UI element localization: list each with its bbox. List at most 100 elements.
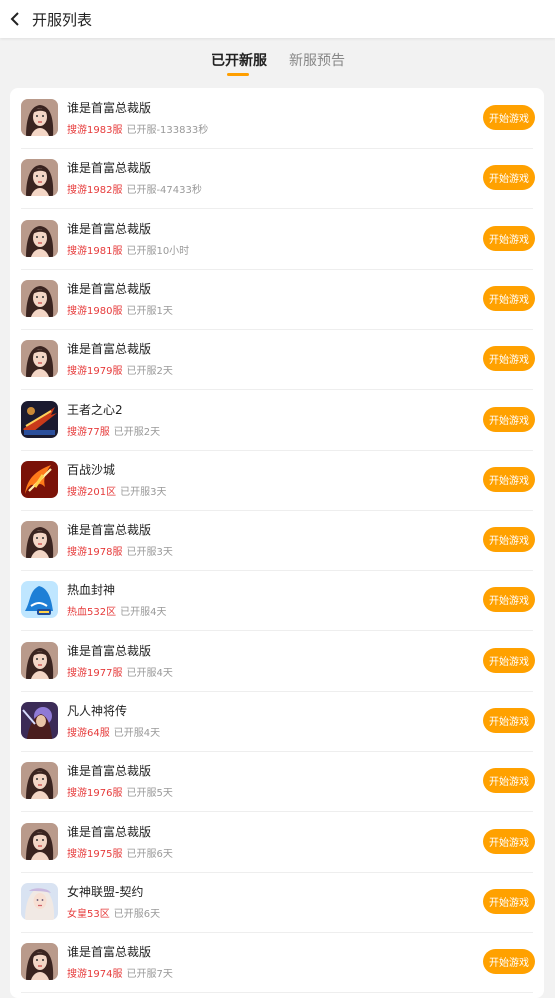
start-game-button[interactable]: 开始游戏 (483, 587, 535, 613)
hero-portrait-icon[interactable] (21, 702, 58, 739)
blue-warrior-icon[interactable] (21, 581, 58, 618)
game-name: 谁是首富总裁版 (67, 161, 152, 176)
server-meta: 搜游201区 已开服3天 (67, 483, 166, 498)
fire-sword-icon[interactable] (21, 461, 58, 498)
opened-time: 已开服3天 (126, 547, 173, 559)
woman-portrait-icon[interactable] (21, 823, 58, 860)
start-game-button[interactable]: 开始游戏 (483, 708, 535, 733)
list-item[interactable]: 谁是首富总裁版 搜游1980服 已开服1天 开始游戏 (21, 269, 535, 330)
game-name: 谁是首富总裁版 (67, 523, 152, 538)
list-item[interactable]: 谁是首富总裁版 搜游1974服 已开服7天 开始游戏 (21, 932, 535, 994)
server-label: 搜游1976服 (67, 788, 123, 800)
list-item[interactable]: 谁是首富总裁版 搜游1981服 已开服10小时 开始游戏 (21, 209, 535, 270)
start-game-button[interactable]: 开始游戏 (483, 949, 535, 975)
server-label: 搜游1982服 (67, 185, 123, 197)
opened-time: 已开服-133833秒 (126, 125, 209, 136)
game-name: 谁是首富总裁版 (67, 945, 152, 960)
dragon-warrior-icon[interactable] (21, 401, 58, 438)
list-item[interactable]: 谁是首富总裁版搜游1975服 已开服6天 开始游戏 (21, 812, 535, 873)
list-item[interactable]: 凡人神将传搜游64服 已开服4天 开始游戏 (21, 691, 535, 752)
back-button[interactable] (8, 0, 22, 38)
game-name: 王者之心2 (67, 402, 123, 417)
server-meta: 搜游1977服 已开服4天 (67, 664, 173, 679)
woman-portrait-icon[interactable] (21, 642, 58, 679)
server-label: 搜游201区 (67, 486, 117, 498)
woman-portrait-icon[interactable] (21, 521, 58, 558)
opened-time: 已开服1天 (126, 305, 173, 317)
list-item[interactable]: 王者之心2 搜游77服 已开服2天 开始游戏 (21, 390, 535, 451)
start-game-button[interactable]: 开始游戏 (483, 768, 535, 794)
game-name: 热血封神 (67, 583, 116, 598)
opened-time: 已开服10小时 (126, 245, 190, 257)
start-game-button[interactable]: 开始游戏 (483, 165, 535, 191)
list-item[interactable]: 热血封神热血532区 已开服4天 开始游戏 (21, 570, 535, 632)
goddess-portrait-icon[interactable] (21, 883, 58, 920)
start-game-button[interactable]: 开始游戏 (483, 647, 535, 673)
server-meta: 搜游1983服 已开服-133833秒 (67, 121, 208, 136)
server-meta: 搜游77服 已开服2天 (67, 423, 160, 438)
woman-portrait-icon[interactable] (21, 99, 58, 136)
server-meta: 搜游1981服 已开服10小时 (67, 242, 189, 257)
start-game-button[interactable]: 开始游戏 (483, 828, 535, 854)
tab-upcoming-servers[interactable]: 新服预告 (289, 50, 345, 70)
game-name: 凡人神将传 (67, 704, 128, 718)
list-item[interactable]: 谁是首富总裁版 搜游1982服 已开服-47433秒 开始游戏 (21, 148, 535, 210)
server-meta: 女皇53区 已开服6天 (67, 905, 160, 920)
top-bar: 开服列表 (0, 0, 555, 38)
server-label: 搜游77服 (67, 426, 110, 438)
server-meta: 搜游64服 已开服4天 (67, 724, 160, 739)
server-meta: 搜游1978服 已开服3天 (67, 543, 173, 558)
page-title: 开服列表 (32, 10, 93, 29)
list-item[interactable]: 谁是首富总裁版搜游1978服 已开服3天 开始游戏 (21, 510, 535, 572)
game-name: 谁是首富总裁版 (67, 281, 152, 296)
server-label: 搜游1977服 (67, 667, 123, 679)
active-tab-indicator (227, 73, 249, 76)
list-item[interactable]: 谁是首富总裁版 搜游1977服 已开服4天 开始游戏 (21, 631, 535, 692)
list-item[interactable]: 谁是首富总裁版 搜游1983服 已开服-133833秒 开始游戏 (21, 88, 535, 149)
server-label: 搜游1979服 (67, 366, 123, 378)
start-game-button[interactable]: 开始游戏 (483, 888, 535, 914)
server-label: 搜游1975服 (67, 848, 123, 860)
start-game-button[interactable]: 开始游戏 (483, 466, 535, 492)
start-game-button[interactable]: 开始游戏 (483, 406, 535, 432)
start-game-button[interactable]: 开始游戏 (483, 285, 535, 311)
server-label: 搜游64服 (67, 728, 110, 739)
tab-opened-servers[interactable]: 已开新服 (211, 50, 267, 70)
server-label: 搜游1983服 (67, 125, 123, 136)
start-game-button[interactable]: 开始游戏 (483, 527, 535, 553)
list-item[interactable]: 女神联盟-契约 女皇53区 已开服6天 开始游戏 (21, 872, 535, 933)
server-meta: 搜游1974服 已开服7天 (67, 965, 173, 980)
game-name: 谁是首富总裁版 (67, 101, 152, 115)
chevron-left-icon (9, 12, 21, 26)
woman-portrait-icon[interactable] (21, 340, 58, 377)
opened-time: 已开服6天 (113, 908, 161, 920)
start-game-button[interactable]: 开始游戏 (483, 225, 535, 251)
game-name: 谁是首富总裁版 (67, 342, 152, 357)
server-meta: 搜游1975服 已开服6天 (67, 845, 173, 860)
opened-time: 已开服4天 (120, 607, 167, 619)
opened-time: 已开服3天 (120, 486, 167, 498)
list-item[interactable]: 百战沙城搜游201区 已开服3天 开始游戏 (21, 450, 535, 511)
list-item[interactable]: 谁是首富总裁版 搜游1979服 已开服2天 开始游戏 (21, 329, 535, 391)
woman-portrait-icon[interactable] (21, 762, 58, 799)
woman-portrait-icon[interactable] (21, 159, 58, 196)
server-meta: 热血532区 已开服4天 (67, 603, 166, 618)
server-list: 谁是首富总裁版 搜游1983服 已开服-133833秒 开始游戏 谁是首富总裁版 搜游19… (10, 88, 544, 998)
game-name: 谁是首富总裁版 (67, 764, 152, 779)
opened-time: 已开服-47433秒 (126, 185, 202, 197)
woman-portrait-icon[interactable] (21, 943, 58, 980)
opened-time: 已开服7天 (126, 969, 173, 981)
start-game-button[interactable]: 开始游戏 (483, 346, 535, 372)
server-meta: 搜游1976服 已开服5天 (67, 784, 173, 799)
start-game-button[interactable]: 开始游戏 (483, 105, 535, 130)
game-name: 谁是首富总裁版 (67, 824, 152, 839)
server-label: 搜游1974服 (67, 969, 123, 981)
server-meta: 搜游1982服 已开服-47433秒 (67, 181, 202, 196)
opened-time: 已开服2天 (126, 366, 173, 378)
woman-portrait-icon[interactable] (21, 220, 58, 257)
game-name: 百战沙城 (67, 462, 116, 477)
server-label: 女皇53区 (67, 908, 110, 920)
woman-portrait-icon[interactable] (21, 280, 58, 317)
tab-bar: 已开新服 新服预告 (0, 40, 555, 86)
list-item[interactable]: 谁是首富总裁版搜游1976服 已开服5天 开始游戏 (21, 751, 535, 813)
